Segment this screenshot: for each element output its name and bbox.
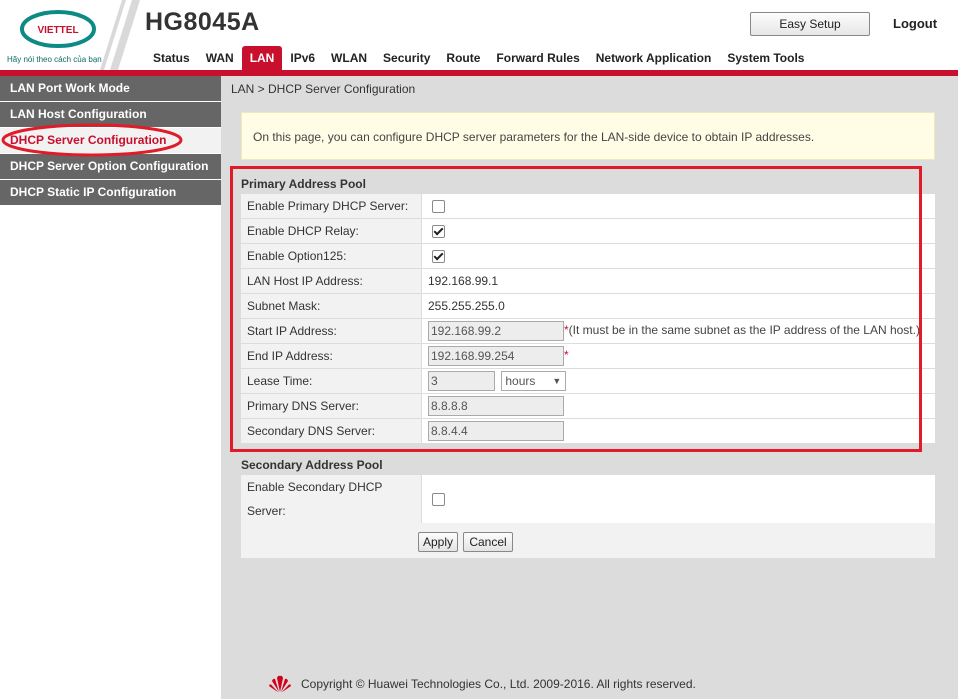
logo-text: VIETTEL xyxy=(37,25,78,36)
header: VIETTEL Hãy nói theo cách của bạn HG8045… xyxy=(0,0,958,70)
logo-slogan: Hãy nói theo cách của bạn xyxy=(7,55,102,64)
highlight-oval xyxy=(1,123,183,157)
nav-wan[interactable]: WAN xyxy=(198,47,242,69)
easy-setup-button[interactable]: Easy Setup xyxy=(750,12,870,36)
nav-ipv6[interactable]: IPv6 xyxy=(282,47,323,69)
secondary-pool-title: Secondary Address Pool xyxy=(241,458,383,472)
info-banner: On this page, you can configure DHCP ser… xyxy=(241,112,935,160)
main-content: LAN > DHCP Server Configuration On this … xyxy=(221,76,958,669)
enable-secondary-dhcp-label-line2: Server: xyxy=(247,504,286,518)
footer: Copyright © Huawei Technologies Co., Ltd… xyxy=(221,669,958,699)
enable-secondary-dhcp-label: Enable Secondary DHCP Server: xyxy=(241,475,422,524)
sidebar: LAN Port Work Mode LAN Host Configuratio… xyxy=(0,76,221,699)
secondary-pool-table: Enable Secondary DHCP Server: xyxy=(241,475,935,524)
enable-secondary-dhcp-label-line1: Enable Secondary DHCP xyxy=(247,480,383,494)
copyright-text: Copyright © Huawei Technologies Co., Ltd… xyxy=(301,677,696,691)
nav-status[interactable]: Status xyxy=(145,47,198,69)
nav-system-tools[interactable]: System Tools xyxy=(719,47,812,69)
header-divider xyxy=(100,0,140,70)
sidebar-item-dhcp-static-ip-configuration[interactable]: DHCP Static IP Configuration xyxy=(0,180,221,205)
breadcrumb: LAN > DHCP Server Configuration xyxy=(231,82,416,96)
nav-route[interactable]: Route xyxy=(438,47,488,69)
nav-network-application[interactable]: Network Application xyxy=(588,47,720,69)
nav-security[interactable]: Security xyxy=(375,47,438,69)
nav-wlan[interactable]: WLAN xyxy=(323,47,375,69)
logout-link[interactable]: Logout xyxy=(893,16,937,31)
nav-lan[interactable]: LAN xyxy=(241,46,283,70)
button-row: Apply Cancel xyxy=(241,523,935,558)
highlight-box xyxy=(230,166,922,452)
huawei-logo-icon xyxy=(269,675,291,693)
model-title: HG8045A xyxy=(145,8,260,36)
apply-button[interactable]: Apply xyxy=(418,532,458,552)
main-nav: Status WAN LAN IPv6 WLAN Security Route … xyxy=(145,46,812,71)
table-row: Enable Secondary DHCP Server: xyxy=(241,475,935,524)
enable-secondary-dhcp-checkbox[interactable] xyxy=(432,493,445,507)
sidebar-item-lan-port-work-mode[interactable]: LAN Port Work Mode xyxy=(0,76,221,101)
cancel-button[interactable]: Cancel xyxy=(463,532,513,552)
nav-forward-rules[interactable]: Forward Rules xyxy=(488,47,587,69)
